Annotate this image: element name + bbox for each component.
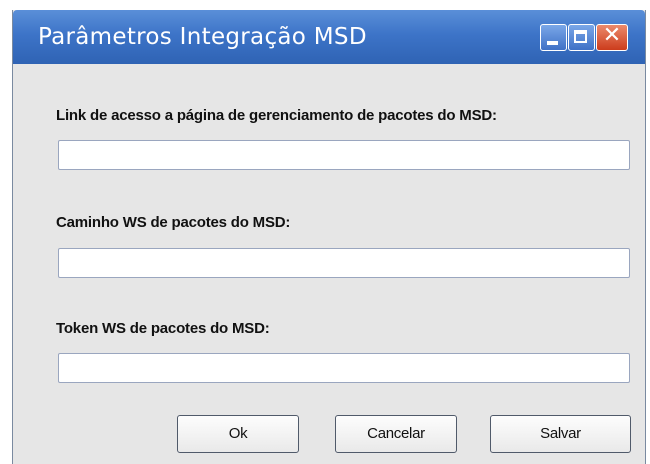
ws-path-label: Caminho WS de pacotes do MSD: xyxy=(56,214,291,231)
link-label: Link de acesso a página de gerenciamento… xyxy=(56,107,497,124)
token-input[interactable] xyxy=(58,353,630,383)
maximize-icon xyxy=(574,30,587,43)
close-icon: ✕ xyxy=(602,23,622,48)
token-label: Token WS de pacotes do MSD: xyxy=(56,320,270,337)
cancel-button[interactable]: Cancelar xyxy=(335,415,457,453)
window-title: Parâmetros Integração MSD xyxy=(38,24,367,50)
title-bar[interactable]: Parâmetros Integração MSD ✕ xyxy=(13,10,645,64)
close-button[interactable]: ✕ xyxy=(596,23,628,51)
save-button[interactable]: Salvar xyxy=(490,415,631,453)
dialog-window: Parâmetros Integração MSD ✕ Link de aces… xyxy=(12,10,646,464)
minimize-icon xyxy=(547,41,558,45)
ws-path-input[interactable] xyxy=(58,248,630,278)
minimize-button[interactable] xyxy=(540,24,567,51)
link-input[interactable] xyxy=(58,140,630,170)
maximize-button[interactable] xyxy=(568,24,595,51)
ok-button[interactable]: Ok xyxy=(177,415,299,453)
